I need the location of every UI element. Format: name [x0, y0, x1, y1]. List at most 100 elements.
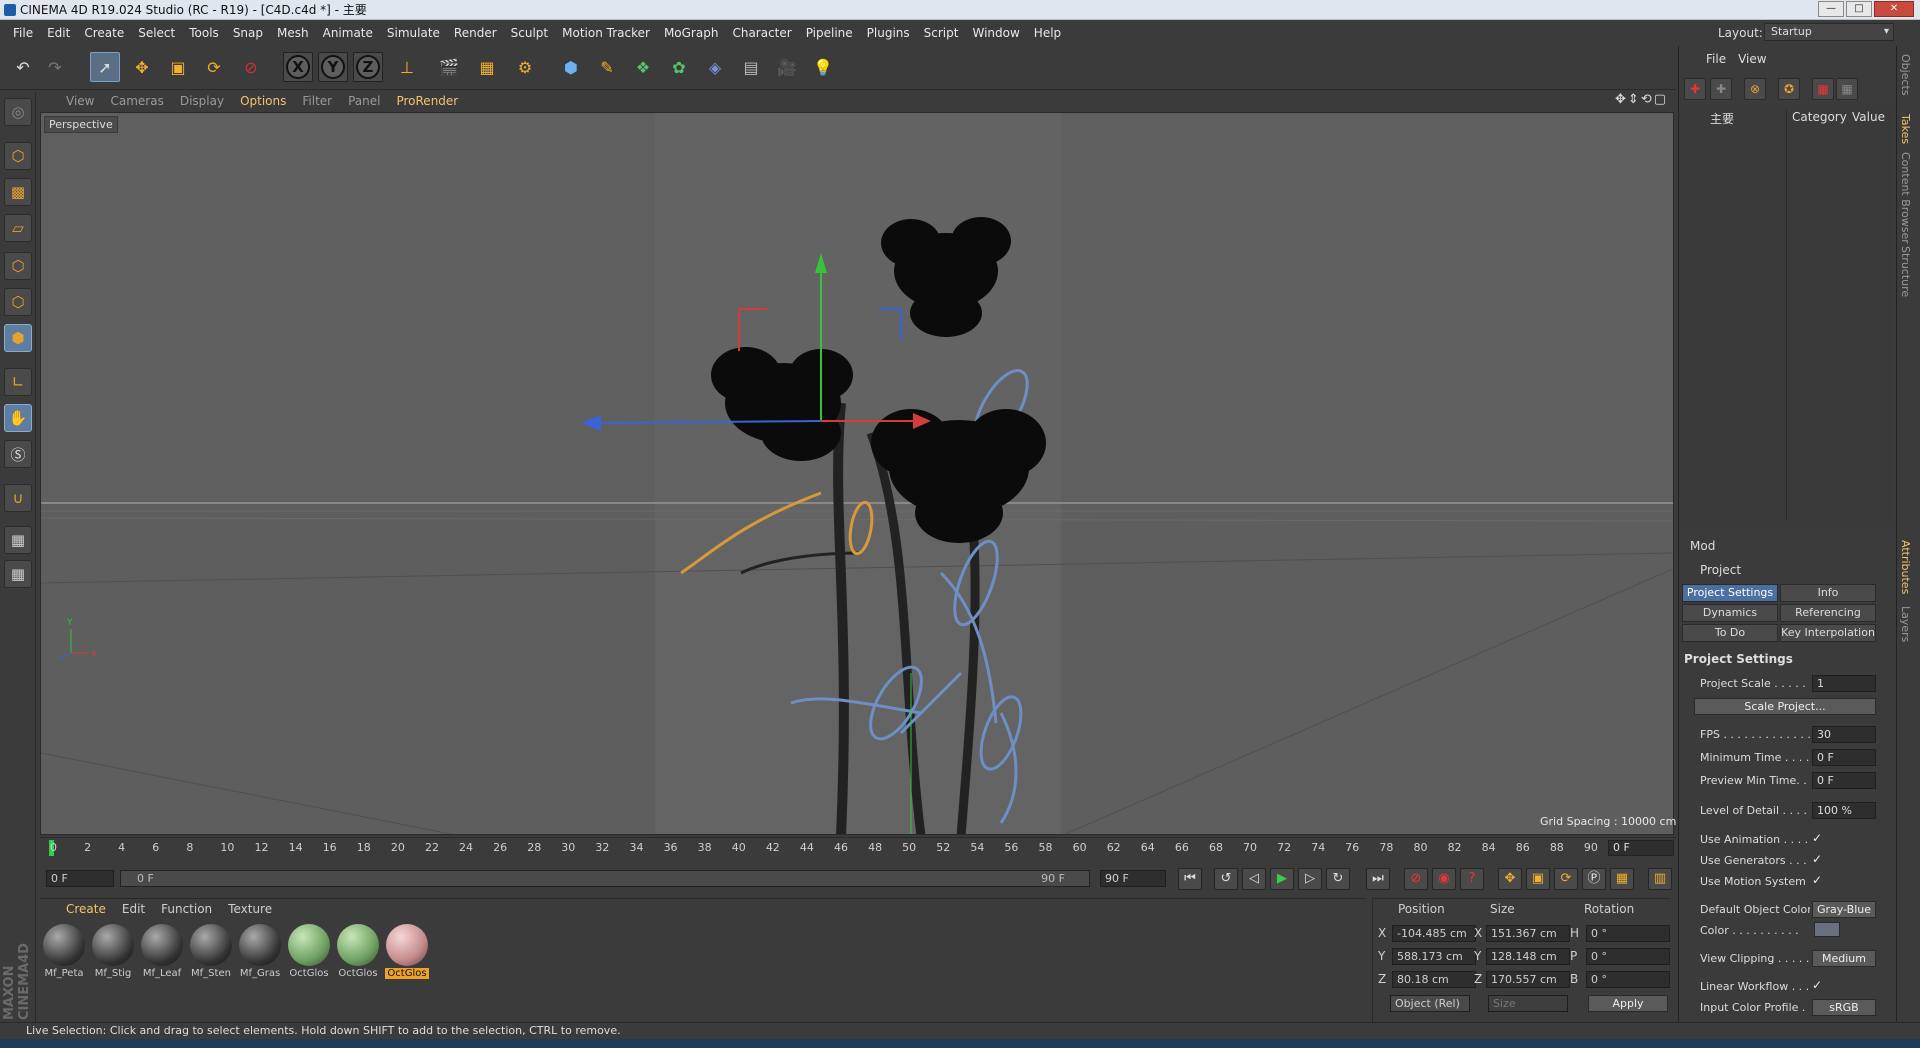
mat-menu-create[interactable]: Create — [58, 902, 114, 916]
auto-keying-icon[interactable]: ◉ — [1432, 868, 1456, 890]
vp-menu-panel[interactable]: Panel — [340, 94, 388, 108]
menu-help[interactable]: Help — [1027, 20, 1068, 46]
camera-icon[interactable]: 🎥 — [772, 52, 802, 82]
move-icon[interactable]: ✥ — [127, 52, 157, 82]
snapping-icon[interactable]: Ⓢ — [4, 440, 32, 468]
use-motion-system-checkbox[interactable]: ✓ — [1812, 873, 1822, 887]
maximize-button[interactable]: □ — [1846, 1, 1872, 17]
input-color-profile-select[interactable]: sRGB — [1812, 999, 1876, 1016]
tab-referencing[interactable]: Referencing — [1780, 604, 1876, 622]
material-swatch[interactable]: Mf_Peta — [42, 924, 86, 984]
vp-menu-filter[interactable]: Filter — [294, 94, 340, 108]
menu-select[interactable]: Select — [131, 20, 182, 46]
coordinate-mode-select[interactable]: Object (Rel) — [1390, 995, 1470, 1012]
tab-attributes[interactable]: Attributes — [1899, 540, 1912, 594]
material-swatch[interactable]: OctGlos — [385, 924, 429, 984]
menu-script[interactable]: Script — [917, 20, 966, 46]
previous-key-icon[interactable]: ↺ — [1214, 868, 1238, 890]
menu-file[interactable]: File — [6, 20, 40, 46]
current-frame-field[interactable]: 0 F — [1608, 840, 1674, 856]
size-field[interactable]: 128.148 cm — [1486, 948, 1570, 965]
timeline-window-icon[interactable]: ▥ — [1648, 868, 1672, 890]
menu-simulate[interactable]: Simulate — [380, 20, 447, 46]
axis-mode-icon[interactable]: ∟ — [4, 368, 32, 396]
material-swatch[interactable]: OctGlos — [287, 924, 331, 984]
scale-icon[interactable]: ▣ — [163, 52, 193, 82]
position-field[interactable]: -104.485 cm — [1392, 925, 1476, 942]
take-main-label[interactable]: 主要 — [1710, 110, 1734, 127]
start-frame-field[interactable]: 0 F — [46, 870, 114, 887]
project-scale-field[interactable]: 1 — [1812, 675, 1876, 692]
minimize-button[interactable]: — — [1818, 1, 1844, 17]
render-take-icon[interactable]: ▦ — [1812, 78, 1834, 100]
y-axis-lock-icon[interactable]: Y — [318, 52, 348, 82]
menu-edit[interactable]: Edit — [40, 20, 77, 46]
menu-character[interactable]: Character — [725, 20, 798, 46]
tab-key-interpolation[interactable]: Key Interpolation — [1780, 624, 1876, 642]
menu-sculpt[interactable]: Sculpt — [504, 20, 555, 46]
add-child-take-icon[interactable]: ✚ — [1710, 78, 1732, 100]
linear-workflow-checkbox[interactable]: ✓ — [1812, 978, 1822, 992]
category-header[interactable]: Category — [1792, 110, 1847, 124]
vp-menu-view[interactable]: View — [58, 94, 102, 108]
rotate-icon[interactable]: ⟳ — [199, 52, 229, 82]
vp-menu-display[interactable]: Display — [172, 94, 232, 108]
layout-select[interactable]: Startup — [1764, 23, 1894, 41]
coordinate-system-icon[interactable]: ⊥ — [392, 52, 422, 82]
menu-window[interactable]: Window — [965, 20, 1026, 46]
vp-menu-options[interactable]: Options — [232, 94, 294, 108]
previous-frame-icon[interactable]: ◁ — [1242, 868, 1266, 890]
workplane-mode-icon[interactable]: ▱ — [4, 214, 32, 242]
tab-info[interactable]: Info — [1780, 584, 1876, 602]
add-take-icon[interactable]: ✚ — [1684, 78, 1706, 100]
menu-animate[interactable]: Animate — [316, 20, 380, 46]
record-keys-icon[interactable]: ⊘ — [1404, 868, 1428, 890]
preview-min-time-field[interactable]: 0 F — [1812, 772, 1876, 789]
menu-render[interactable]: Render — [447, 20, 504, 46]
override-icon[interactable]: ✪ — [1778, 78, 1800, 100]
apply-button[interactable]: Apply — [1588, 995, 1668, 1012]
close-button[interactable]: ✕ — [1874, 1, 1914, 17]
material-swatch[interactable]: OctGlos — [336, 924, 380, 984]
obj-menu-file[interactable]: File — [1700, 52, 1732, 66]
cloner-icon[interactable]: ✿ — [664, 52, 694, 82]
polygons-mode-icon[interactable]: ⬢ — [4, 324, 32, 352]
menu-plugins[interactable]: Plugins — [860, 20, 917, 46]
menu-tools[interactable]: Tools — [182, 20, 226, 46]
go-to-start-icon[interactable]: ⏮ — [1178, 868, 1202, 890]
x-axis-lock-icon[interactable]: X — [283, 52, 313, 82]
tab-to-do[interactable]: To Do — [1682, 624, 1778, 642]
enable-snap-icon[interactable]: ∪ — [4, 484, 32, 512]
tab-structure[interactable]: Structure — [1899, 246, 1912, 297]
play-icon[interactable]: ▶ — [1270, 868, 1294, 890]
perspective-viewport[interactable]: Y X — [40, 112, 1674, 835]
menu-pipeline[interactable]: Pipeline — [799, 20, 860, 46]
recent-tool-icon[interactable]: ⊘ — [236, 52, 266, 82]
use-animation-checkbox[interactable]: ✓ — [1812, 831, 1822, 845]
render-all-takes-icon[interactable]: ▦ — [1836, 78, 1858, 100]
mat-menu-edit[interactable]: Edit — [114, 902, 153, 916]
planar-workplane-icon[interactable]: ▦ — [4, 560, 32, 588]
scale-project-button[interactable]: Scale Project... — [1694, 698, 1876, 715]
render-view-icon[interactable]: 🎬 — [434, 52, 464, 82]
material-swatch[interactable]: Mf_Leaf — [140, 924, 184, 984]
menu-snap[interactable]: Snap — [226, 20, 270, 46]
menu-mesh[interactable]: Mesh — [270, 20, 316, 46]
tweak-mode-icon[interactable]: ✋ — [4, 404, 32, 432]
light-icon[interactable]: 💡 — [808, 52, 838, 82]
menu-motion-tracker[interactable]: Motion Tracker — [555, 20, 657, 46]
position-field[interactable]: 588.173 cm — [1392, 948, 1476, 965]
vp-menu-cameras[interactable]: Cameras — [102, 94, 171, 108]
deformer-icon[interactable]: ◈ — [700, 52, 730, 82]
position-field[interactable]: 80.18 cm — [1392, 971, 1476, 988]
tab-layers[interactable]: Layers — [1899, 606, 1912, 642]
size-field[interactable]: 151.367 cm — [1486, 925, 1570, 942]
tab-dynamics[interactable]: Dynamics — [1682, 604, 1778, 622]
edges-mode-icon[interactable]: ⬡ — [4, 288, 32, 316]
size-mode-select[interactable]: Size — [1488, 995, 1568, 1012]
rotation-field[interactable]: 0 ° — [1586, 948, 1670, 965]
next-key-icon[interactable]: ↻ — [1326, 868, 1350, 890]
rotation-field[interactable]: 0 ° — [1586, 925, 1670, 942]
key-pla-icon[interactable]: ▦ — [1610, 868, 1634, 890]
live-selection-icon[interactable]: ➚ — [90, 52, 120, 82]
